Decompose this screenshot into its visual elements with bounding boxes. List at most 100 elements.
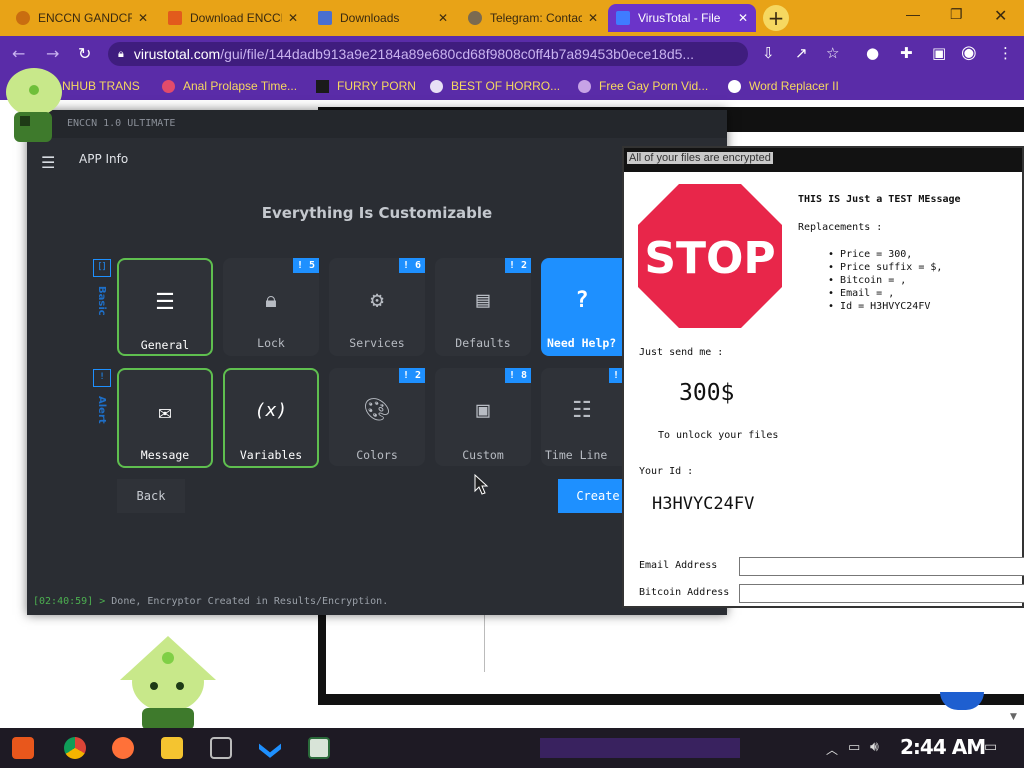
tab-telegram[interactable]: Telegram: Contact ✕ [460, 4, 606, 32]
close-icon[interactable]: ✕ [588, 11, 598, 25]
custom-card[interactable]: ! 8 ▣ Custom [435, 368, 531, 466]
scroll-down-icon[interactable]: ▼ [1010, 712, 1017, 722]
timeline-card[interactable]: ! ☷ Time Line [541, 368, 623, 466]
count-badge: ! 2 [504, 258, 531, 273]
basic-row-label: Basic [96, 286, 107, 316]
count-badge: ! 8 [504, 368, 531, 383]
alert-row-tag: ! [93, 369, 111, 387]
need-help-card[interactable]: ? Need Help? [541, 258, 623, 356]
taskbar-art [540, 738, 740, 758]
tab-virustotal[interactable]: VirusTotal - File ✕ [608, 4, 756, 32]
character-sticker-icon [6, 68, 62, 142]
defaults-card[interactable]: ! 2 ▤ Defaults [435, 258, 531, 356]
address-bar[interactable]: 🔒︎ virustotal.com/gui/file/144dadb913a9e… [108, 42, 748, 66]
count-badge: ! 6 [398, 258, 425, 273]
unlock-text: To unlock your files [658, 430, 779, 441]
extensions-puzzle-icon[interactable]: ✚ [900, 44, 913, 62]
bookmark-item[interactable]: Free Gay Porn Vid... [578, 79, 708, 93]
hamburger-menu-icon[interactable]: ☰ [41, 153, 55, 172]
message-card[interactable]: ✉ Message [117, 368, 213, 468]
notification-icon[interactable]: ▭ [984, 739, 997, 755]
bookmark-item[interactable]: FURRY PORN [316, 79, 416, 93]
ransom-note-window: All of your files are encrypted STOP THI… [622, 146, 1024, 608]
volume-icon[interactable]: 🔊︎ [870, 739, 879, 755]
restore-icon[interactable]: ❐ [950, 6, 963, 23]
colors-card[interactable]: ! 2 🎨︎ Colors [329, 368, 425, 466]
back-arrow-icon[interactable]: ← [12, 44, 25, 63]
bookmarks-bar: NHUB TRANS Anal Prolapse Time... FURRY P… [0, 72, 1024, 100]
count-badge: ! 2 [398, 368, 425, 383]
replacement-item: • Id = H3HVYC24FV [828, 301, 931, 312]
lock-icon: 🔒︎ [265, 288, 277, 313]
envelope-icon: ✉ [158, 400, 172, 425]
lambda-icon [316, 79, 329, 93]
window-close-icon[interactable]: ✕ [994, 6, 1007, 26]
profile-icon[interactable]: ◉ [961, 42, 977, 63]
install-icon[interactable]: ⇩ [762, 44, 775, 62]
new-tab-button[interactable]: + [763, 5, 789, 31]
sliders-icon: ☰ [155, 290, 175, 315]
chrome-taskbar-icon[interactable] [64, 737, 86, 759]
close-icon[interactable]: ✕ [288, 11, 298, 25]
send-label: Just send me : [639, 347, 724, 358]
services-card[interactable]: ! 6 ⚙ Services [329, 258, 425, 356]
email-label: Email Address [639, 560, 718, 571]
variables-card[interactable]: (x) Variables [223, 368, 319, 468]
chrome-favicon-icon [16, 11, 30, 25]
reload-icon[interactable]: ↻ [78, 44, 91, 63]
count-badge: ! [608, 368, 623, 383]
gear-favicon-icon [578, 79, 591, 93]
network-icon[interactable]: ▭ [848, 740, 860, 755]
taskbar-clock[interactable]: 2:44 AM [900, 735, 986, 759]
document-icon: ▤ [476, 288, 490, 313]
heart-icon [162, 79, 175, 93]
start-button-icon[interactable] [12, 737, 34, 759]
task-view-icon[interactable] [210, 737, 232, 759]
close-icon[interactable]: ✕ [438, 11, 448, 25]
more-menu-icon[interactable]: ⋮ [998, 44, 1013, 62]
bookmark-item[interactable]: BEST OF HORRO... [430, 79, 560, 93]
status-line: [02:40:59] > Done, Encryptor Created in … [33, 596, 388, 607]
bookmark-item[interactable]: Word Replacer II [728, 79, 839, 93]
lock-card[interactable]: ! 5 🔒︎ Lock [223, 258, 319, 356]
tray-chevron-icon[interactable]: ︿ [826, 741, 838, 758]
replacement-item: • Price suffix = $, [828, 262, 943, 273]
app-title-bar: ENCCN 1.0 ULTIMATE [27, 110, 727, 138]
alert-row-label: Alert [96, 396, 107, 424]
palette-icon: 🎨︎ [363, 398, 391, 423]
variable-icon: (x) [254, 400, 288, 421]
tab-download-enccn[interactable]: Download ENCCN ✕ [160, 4, 306, 32]
tab-downloads[interactable]: Downloads ✕ [310, 4, 456, 32]
tab-enccn-gandcrab[interactable]: ENCCN GANDCRAB ✕ [8, 4, 156, 32]
bookmark-item[interactable]: NHUB TRANS [62, 79, 140, 93]
side-panel-icon[interactable]: ▣ [932, 44, 946, 62]
forward-arrow-icon[interactable]: → [46, 44, 59, 63]
timeline-icon: ☷ [572, 398, 592, 423]
gear-icon: ⚙ [370, 288, 384, 313]
bookmark-star-icon[interactable]: ☆ [826, 44, 839, 62]
status-message: Done, Encryptor Created in Results/Encry… [111, 596, 389, 607]
stop-sign-icon: STOP [638, 184, 782, 328]
firefox-taskbar-icon[interactable] [112, 737, 134, 759]
app-taskbar-icon[interactable] [308, 737, 330, 759]
globe-icon [468, 11, 482, 25]
status-timestamp: [02:40:59] > [33, 596, 106, 607]
close-icon[interactable]: ✕ [138, 11, 148, 25]
note-title: All of your files are encrypted [627, 152, 773, 164]
file-explorer-icon[interactable] [161, 737, 183, 759]
test-message: THIS IS Just a TEST MEssage [798, 194, 961, 205]
email-field[interactable] [739, 557, 1024, 576]
back-button[interactable]: Back [117, 479, 185, 513]
extension-avatar-icon[interactable]: ● [866, 44, 879, 62]
close-icon[interactable]: ✕ [738, 11, 748, 25]
bitcoin-address-field[interactable] [739, 584, 1024, 603]
cloud-favicon-icon [168, 11, 182, 25]
share-icon[interactable]: ↗ [795, 44, 808, 62]
bookmark-item[interactable]: Anal Prolapse Time... [162, 79, 297, 93]
replacement-item: • Bitcoin = , [828, 275, 907, 286]
general-card[interactable]: ☰ General [117, 258, 213, 356]
minimize-icon[interactable]: — [906, 6, 920, 22]
globe-icon [430, 79, 443, 93]
id-label: Your Id : [639, 466, 694, 477]
bitcoin-label: Bitcoin Address [639, 587, 730, 598]
